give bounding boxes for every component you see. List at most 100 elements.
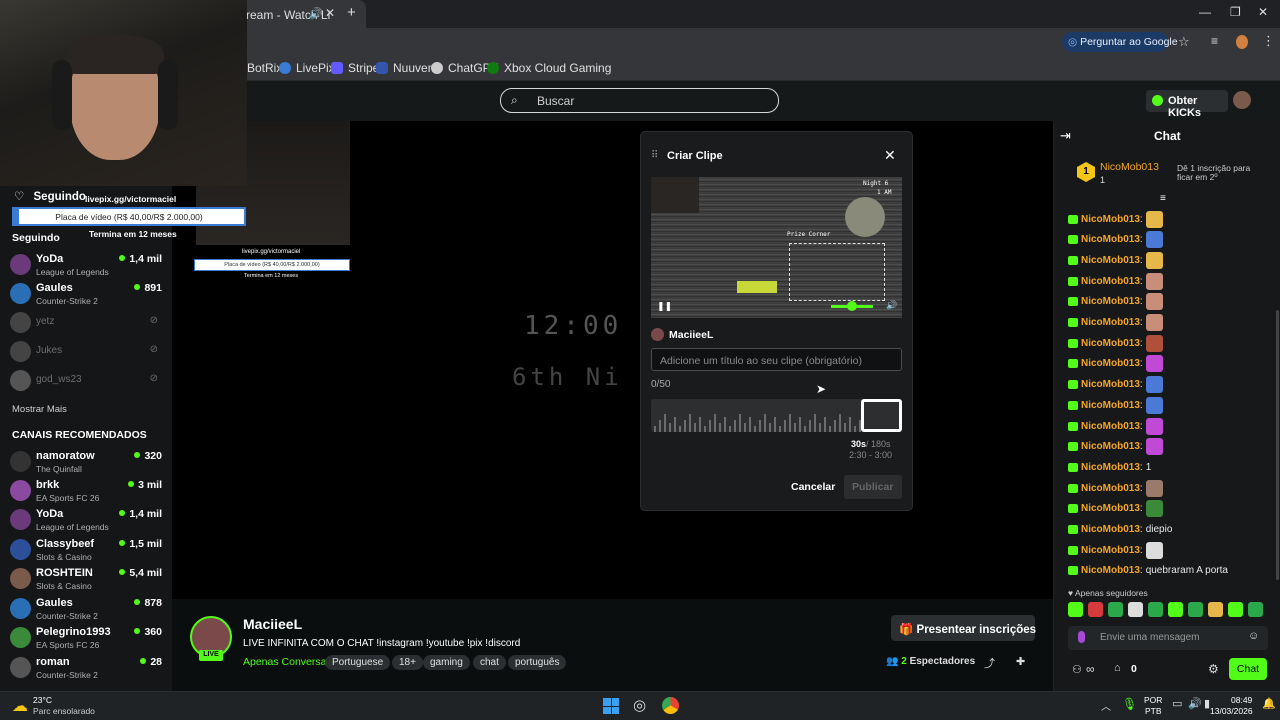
keyboard-layout[interactable]: PTB	[1145, 706, 1162, 716]
profile-avatar[interactable]	[1236, 35, 1248, 49]
top-gifter-name[interactable]: NicoMob013	[1100, 161, 1159, 173]
emote[interactable]	[1145, 272, 1163, 290]
clock-time[interactable]: 08:49	[1231, 695, 1252, 705]
emote[interactable]	[1145, 334, 1163, 352]
search-input[interactable]: ⌕ Buscar	[500, 88, 779, 113]
settings-icon[interactable]: ⚙	[1208, 662, 1219, 676]
chat-message[interactable]: NicoMob013:	[1068, 437, 1163, 457]
video-player[interactable]: 12:00 6th Ni livepix.gg/victormaciel Pla…	[172, 121, 1053, 599]
clip-preview[interactable]: Night 6 1 AM Prize Corner ❚❚ 🔊	[651, 177, 902, 318]
chat-username[interactable]: NicoMob013	[1081, 214, 1140, 225]
emote[interactable]	[1145, 438, 1163, 456]
channel-name[interactable]: MaciieeL	[243, 616, 302, 632]
clip-title-input[interactable]: Adicione um título ao seu clipe (obrigat…	[651, 348, 902, 371]
emoji-icon[interactable]: ☺	[1248, 630, 1259, 642]
chat-username[interactable]: NicoMob013	[1081, 234, 1140, 245]
emote[interactable]	[1145, 479, 1163, 497]
bookmark-botrix[interactable]: BotRix	[247, 61, 282, 75]
tag-18[interactable]: 18+	[392, 655, 423, 670]
menu-icon[interactable]: ⋮	[1262, 33, 1275, 49]
emote[interactable]	[1145, 376, 1163, 394]
chat-message[interactable]: NicoMob013:	[1068, 354, 1163, 374]
emote[interactable]	[1145, 500, 1163, 518]
emote[interactable]	[1068, 602, 1083, 617]
chat-username[interactable]: NicoMob013	[1081, 276, 1140, 287]
chat-username[interactable]: NicoMob013	[1081, 379, 1140, 390]
follow-user-icon[interactable]: ✚	[1016, 655, 1025, 668]
gift-subs-button[interactable]: 🎁 Presentear inscrições	[891, 615, 1036, 641]
chat-username[interactable]: NicoMob013	[1081, 296, 1140, 307]
show-more-link[interactable]: Mostrar Mais	[12, 404, 67, 415]
emote[interactable]	[1145, 314, 1163, 331]
chat-message[interactable]: NicoMob013:1	[1068, 457, 1151, 477]
sidebar-item-brkk[interactable]: brkk EA Sports FC 26 3 mil	[10, 477, 162, 505]
chat-message[interactable]: NicoMob013:	[1068, 230, 1163, 250]
predictions-icon[interactable]: ⚇	[1072, 663, 1082, 676]
tag-chat[interactable]: chat	[473, 655, 506, 670]
chat-username[interactable]: NicoMob013	[1081, 545, 1140, 556]
sidebar-item-pelegrino1993[interactable]: Pelegrino1993 EA Sports FC 26 360	[10, 624, 162, 652]
network-icon[interactable]: ▭	[1172, 697, 1182, 710]
share-icon[interactable]: ⤴	[984, 655, 995, 671]
chat-message[interactable]: NicoMob013:	[1068, 271, 1163, 291]
chat-input[interactable]: Envie uma mensagem ☺	[1068, 626, 1268, 650]
chat-username[interactable]: NicoMob013	[1081, 565, 1140, 576]
user-avatar[interactable]	[1233, 91, 1251, 109]
chat-username[interactable]: NicoMob013	[1081, 524, 1140, 535]
close-window-icon[interactable]: ✕	[1258, 5, 1268, 19]
clock-date[interactable]: 13/03/2026	[1210, 706, 1253, 716]
chat-message[interactable]: NicoMob013:	[1068, 499, 1163, 519]
chat-message[interactable]: NicoMob013:	[1068, 250, 1163, 270]
stream-category[interactable]: Apenas Conversa	[243, 656, 326, 668]
windows-start-icon[interactable]	[603, 698, 619, 714]
emote[interactable]	[1188, 602, 1203, 617]
send-chat-button[interactable]: Chat	[1229, 658, 1267, 680]
bookmark-livepix[interactable]: LivePix	[279, 61, 335, 75]
emote[interactable]	[1145, 541, 1163, 559]
emote[interactable]	[1248, 602, 1263, 617]
sidebar-item-roman[interactable]: roman Counter-Strike 2 28	[10, 654, 162, 682]
chat-username[interactable]: NicoMob013	[1081, 441, 1140, 452]
maximize-icon[interactable]: ❐	[1230, 5, 1241, 19]
chat-username[interactable]: NicoMob013	[1081, 358, 1140, 369]
queue-icon[interactable]: ≡	[1211, 34, 1218, 48]
emote[interactable]	[1145, 396, 1163, 414]
close-tab-icon[interactable]: ✕	[325, 6, 335, 20]
chat-username[interactable]: NicoMob013	[1081, 503, 1140, 514]
close-icon[interactable]: ✕	[884, 147, 896, 164]
pause-icon[interactable]: ❚❚	[657, 301, 672, 312]
mic-tray-icon[interactable]: 🎙	[1122, 697, 1137, 711]
emote[interactable]	[1108, 602, 1123, 617]
chat-message[interactable]: NicoMob013:	[1068, 540, 1163, 560]
emote[interactable]	[1145, 231, 1163, 249]
cancel-button[interactable]: Cancelar	[791, 481, 835, 493]
sidebar-item-yoda-rec[interactable]: YoDa League of Legends 1,4 mil	[10, 506, 162, 534]
chat-username[interactable]: NicoMob013	[1081, 400, 1140, 411]
app-icon[interactable]: ◎	[633, 696, 646, 714]
chat-message[interactable]: NicoMob013:	[1068, 292, 1163, 312]
filter-icon[interactable]: ≡	[1160, 193, 1166, 204]
sidebar-item-yetz[interactable]: yetz ⊘	[10, 309, 162, 337]
gift-icon[interactable]: ⌂	[1114, 662, 1121, 674]
tag-gaming[interactable]: gaming	[423, 655, 470, 670]
drag-handle-icon[interactable]: ⠿	[651, 150, 658, 161]
chat-username[interactable]: NicoMob013	[1081, 255, 1140, 266]
chat-message[interactable]: NicoMob013: quebraram A porta	[1068, 561, 1228, 581]
chat-message[interactable]: NicoMob013:	[1068, 375, 1163, 395]
emote[interactable]	[1145, 417, 1163, 435]
tray-chevron-icon[interactable]: ︿	[1101, 698, 1111, 713]
sidebar-item-god-ws23[interactable]: god_ws23 ⊘	[10, 367, 162, 395]
emote[interactable]	[1145, 293, 1163, 311]
sidebar-item-gaules[interactable]: Gaules Counter-Strike 2 891	[10, 280, 162, 308]
emote[interactable]	[1228, 602, 1243, 617]
volume-icon[interactable]: 🔊	[886, 300, 897, 311]
chat-username[interactable]: NicoMob013	[1081, 317, 1140, 328]
sidebar-item-namoratow[interactable]: namoratow The Quinfall 320	[10, 448, 162, 476]
chat-scrollbar[interactable]	[1276, 310, 1279, 580]
chat-username[interactable]: NicoMob013	[1081, 462, 1140, 473]
sidebar-item-jukes[interactable]: Jukes ⊘	[10, 338, 162, 366]
chat-message[interactable]: NicoMob013:	[1068, 333, 1163, 353]
minimize-icon[interactable]: —	[1199, 5, 1211, 19]
star-icon[interactable]: ☆	[1178, 34, 1190, 50]
emote[interactable]	[1145, 355, 1163, 373]
